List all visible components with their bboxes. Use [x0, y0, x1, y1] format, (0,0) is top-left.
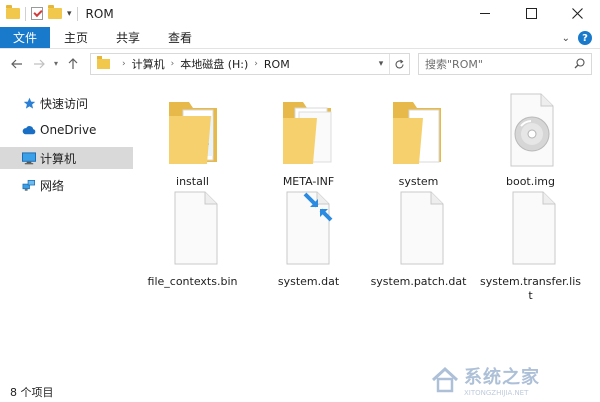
- disc-image-icon: [491, 90, 571, 172]
- up-button[interactable]: [62, 53, 84, 75]
- new-folder-icon[interactable]: [48, 5, 62, 19]
- file-item-file-contexts[interactable]: file_contexts.bin: [140, 190, 245, 289]
- sidebar-item-onedrive[interactable]: OneDrive: [0, 119, 133, 141]
- sidebar-item-network[interactable]: 网络: [0, 174, 133, 196]
- navigation-pane: 快速访问 OneDrive 计算机 网络: [0, 78, 135, 378]
- star-icon: [22, 96, 36, 110]
- file-icon: [491, 190, 571, 272]
- window-title: ROM: [85, 6, 114, 21]
- breadcrumb-computer[interactable]: 计算机: [132, 56, 165, 72]
- sidebar-item-quick-access[interactable]: 快速访问: [0, 92, 133, 114]
- file-name: system.patch.dat: [370, 275, 467, 288]
- network-icon: [22, 178, 36, 192]
- folder-icon: [153, 90, 233, 172]
- file-icon: [153, 190, 233, 272]
- cloud-icon: [22, 123, 36, 137]
- breadcrumb-local-disk[interactable]: 本地磁盘 (H:): [180, 56, 248, 72]
- window-controls: [462, 0, 600, 27]
- tab-file[interactable]: 文件: [0, 27, 51, 48]
- watermark-text-block: 系统之家 XITONGZHIJIA.NET: [464, 363, 540, 397]
- file-item-install[interactable]: install: [140, 90, 245, 189]
- file-name: system.dat: [277, 275, 340, 288]
- folder-icon[interactable]: [6, 5, 20, 19]
- title-bar: ▾ ROM: [0, 0, 600, 27]
- ribbon-tabs: 文件 主页 共享 查看 ⌄ ?: [0, 27, 600, 49]
- item-count: 8 个项目: [10, 386, 54, 399]
- folder-icon: [97, 56, 110, 69]
- folder-icon: [269, 90, 349, 172]
- watermark-text: 系统之家: [464, 367, 540, 388]
- chevron-right-icon[interactable]: ›: [254, 59, 258, 69]
- file-icon: [379, 190, 459, 272]
- tab-home[interactable]: 主页: [50, 27, 102, 48]
- arrow-up-icon: [68, 57, 78, 69]
- arrow-left-icon: [11, 59, 22, 68]
- file-name: system.transfer.list: [479, 275, 582, 302]
- sidebar-item-computer[interactable]: 计算机: [0, 147, 133, 169]
- search-box[interactable]: [418, 53, 592, 75]
- chevron-right-icon[interactable]: ›: [122, 59, 126, 69]
- file-name: META-INF: [282, 175, 335, 188]
- forward-button[interactable]: [28, 53, 50, 75]
- chevron-down-icon[interactable]: ▾: [67, 9, 72, 19]
- file-item-system-patch-dat[interactable]: system.patch.dat: [366, 190, 471, 289]
- chevron-down-icon[interactable]: ▾: [373, 59, 389, 69]
- file-item-boot-img[interactable]: boot.img: [478, 90, 583, 189]
- minimize-button[interactable]: [462, 0, 508, 27]
- sidebar-item-label: 快速访问: [40, 96, 89, 111]
- sidebar-item-label: OneDrive: [40, 123, 97, 137]
- file-name: file_contexts.bin: [147, 275, 238, 288]
- tab-view[interactable]: 查看: [154, 27, 206, 48]
- back-button[interactable]: [6, 53, 28, 75]
- watermark-subtext: XITONGZHIJIA.NET: [464, 389, 529, 397]
- address-controls: ▾: [373, 54, 409, 74]
- refresh-icon: [395, 59, 404, 68]
- house-logo-icon: [431, 366, 459, 393]
- file-icon: [269, 190, 349, 272]
- arrow-right-icon: [34, 59, 45, 68]
- breadcrumb-rom[interactable]: ROM: [264, 58, 290, 71]
- file-item-system-transfer-list[interactable]: system.transfer.list: [478, 190, 583, 303]
- file-item-system[interactable]: system: [366, 90, 471, 189]
- file-item-system-dat[interactable]: system.dat: [256, 190, 361, 289]
- file-name: boot.img: [505, 175, 555, 188]
- tab-share[interactable]: 共享: [102, 27, 154, 48]
- refresh-button[interactable]: [389, 54, 409, 74]
- divider: [76, 6, 78, 21]
- search-icon[interactable]: [574, 58, 585, 69]
- search-input[interactable]: [425, 57, 565, 71]
- divider: [25, 6, 26, 21]
- recent-locations-button[interactable]: ▾: [50, 53, 62, 75]
- computer-icon: [22, 151, 36, 165]
- sidebar-item-label: 网络: [40, 178, 65, 193]
- file-name: install: [176, 175, 209, 188]
- sidebar-item-label: 计算机: [40, 151, 77, 166]
- chevron-right-icon[interactable]: ›: [171, 59, 175, 69]
- file-name: system: [398, 175, 439, 188]
- file-item-meta-inf[interactable]: META-INF: [256, 90, 361, 189]
- address-bar[interactable]: › 计算机 › 本地磁盘 (H:) › ROM ▾: [90, 53, 410, 75]
- close-button[interactable]: [554, 0, 600, 27]
- quick-access-toolbar: ▾: [0, 0, 78, 27]
- navigation-bar: ▾ › 计算机 › 本地磁盘 (H:) › ROM ▾: [0, 49, 600, 78]
- properties-icon[interactable]: [31, 7, 43, 20]
- close-icon: [571, 8, 583, 19]
- expand-ribbon-icon[interactable]: ⌄: [562, 33, 570, 44]
- help-icon[interactable]: ?: [578, 31, 592, 45]
- ribbon-controls: ⌄ ?: [562, 27, 592, 49]
- maximize-button[interactable]: [508, 0, 554, 27]
- folder-icon: [379, 90, 459, 172]
- watermark: 系统之家 XITONGZHIJIA.NET: [430, 362, 590, 398]
- file-list: install META-INF system boot.img file_co…: [138, 78, 600, 378]
